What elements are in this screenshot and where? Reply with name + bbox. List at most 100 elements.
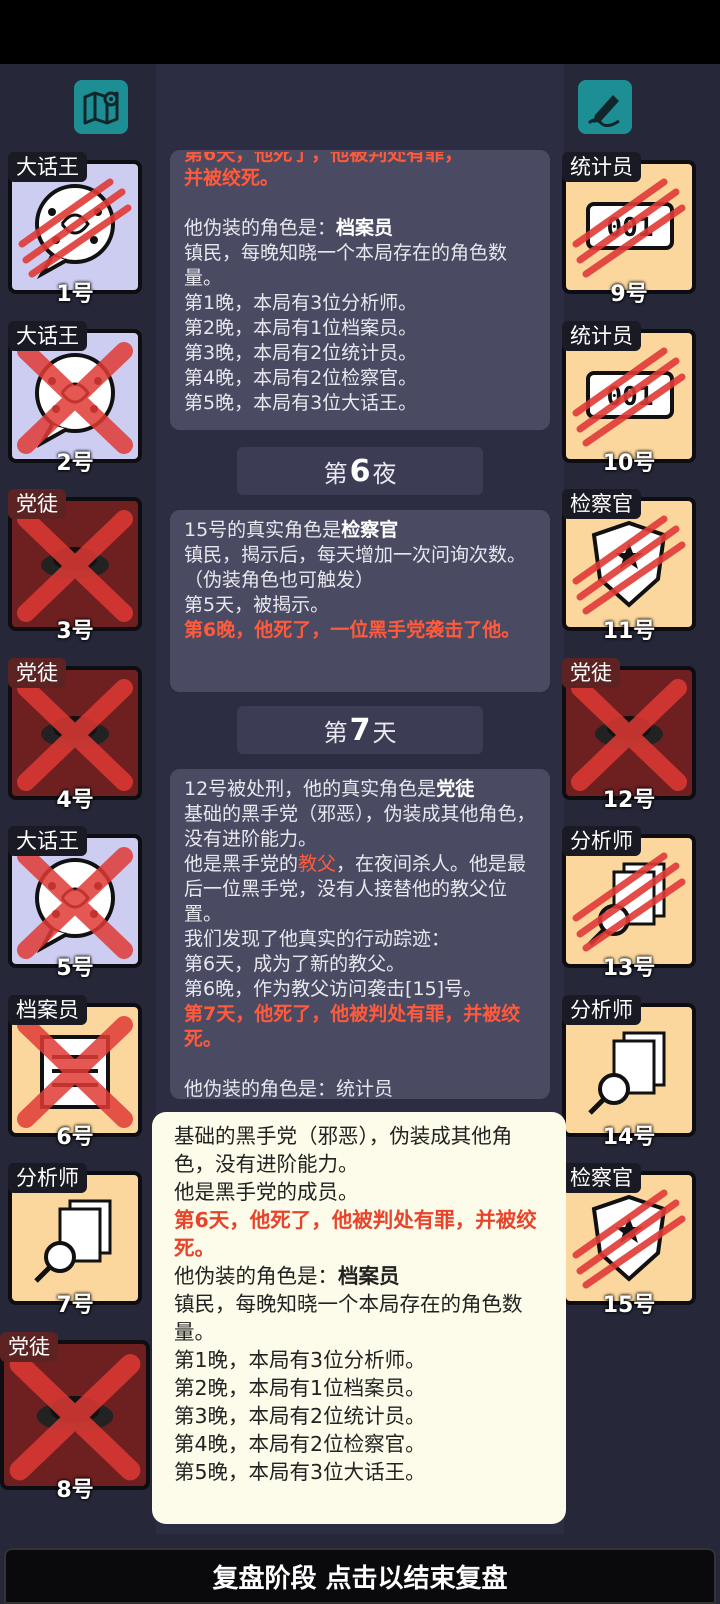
role-label: 大话王	[8, 152, 87, 182]
player-number: 10号	[602, 450, 656, 476]
track-header: 我们发现了他真实的行动踪迹：	[184, 928, 451, 950]
reveal-day: 第5天，被揭示。	[184, 594, 330, 616]
role-desc: 基础的黑手党（邪恶），伪装成其他角色，没有进阶能力。	[184, 803, 536, 850]
log-red-cut: 第6天，他死了，他被判处有罪，	[184, 152, 464, 165]
godfather-line: 他是黑手党的教父，在夜间杀人。他是最后一位黑手党，没有人接替他的教父位置。	[184, 852, 536, 927]
tooltip-disguise-prefix: 他伪装的角色是：	[174, 1264, 338, 1288]
player-number: 9号	[610, 282, 648, 307]
role-art-icon	[18, 178, 132, 280]
role-label: 党徒	[8, 489, 66, 519]
role-art-icon	[588, 1031, 666, 1115]
tooltip-line: 第4晚，本局有2位检察官。	[174, 1432, 426, 1456]
player-number: 4号	[56, 787, 94, 813]
pen-signature-icon[interactable]	[578, 80, 632, 134]
player-number: 15号	[602, 1293, 656, 1318]
disguise-role: 档案员	[336, 217, 394, 239]
role-label: 大话王	[8, 320, 87, 351]
player-number: 12号	[602, 787, 656, 813]
disguise-line-cut: 他伪装的角色是：统计员	[184, 1078, 394, 1099]
role-art-icon: 001	[572, 347, 686, 446]
role-label: 检察官	[562, 1163, 641, 1193]
role-art-icon	[9, 1353, 141, 1480]
log-entry-day6-execution: 第6天，他死了，他被判处有罪， 并被绞死。 他伪装的角色是：档案员 镇民，每晚知…	[170, 150, 550, 430]
tooltip-line: 第3晚，本局有2位统计员。	[174, 1404, 426, 1428]
godfather-label: 教父	[298, 853, 337, 875]
tooltip-disguise-role: 档案员	[338, 1264, 400, 1288]
player-number: 2号	[56, 450, 94, 476]
role-desc: 镇民，每晚知晓一个本局存在的角色数量。	[184, 242, 508, 289]
player-number: 6号	[56, 1124, 94, 1150]
player-number: 3号	[56, 619, 94, 644]
day-prefix: 第	[323, 459, 348, 488]
log-entry-reveal: 15号的真实角色是检察官 镇民，揭示后，每天增加一次问询次数。（伪装角色也可触发…	[170, 510, 550, 692]
role-label: 检察官	[562, 489, 641, 519]
tooltip-disguise: 他伪装的角色是：档案员	[174, 1262, 544, 1290]
role-art-icon	[17, 1015, 133, 1128]
role-art-icon	[17, 510, 133, 622]
tooltip-desc: 基础的黑手党（邪恶），伪装成其他角色，没有进阶能力。	[174, 1124, 513, 1176]
reveal-line: 15号的真实角色是检察官	[184, 518, 536, 543]
status-bar	[0, 0, 720, 64]
day-header-night6: 第6夜	[237, 447, 483, 495]
role-desc: 镇民，揭示后，每天增加一次问询次数。（伪装角色也可触发）	[184, 544, 527, 591]
player-number: 5号	[56, 956, 94, 981]
player-number: 14号	[602, 1124, 656, 1150]
role-art-icon	[17, 341, 133, 454]
day-suffix: 天	[372, 718, 397, 747]
night-line: 第1晚，本局有3位分析师。	[184, 292, 418, 314]
player-number: 11号	[602, 619, 656, 644]
reveal-role: 检察官	[341, 519, 399, 541]
night-line: 第2晚，本局有1位档案员。	[184, 317, 418, 339]
track-line: 第6天，成为了新的教父。	[184, 953, 406, 975]
tooltip-line: 第1晚，本局有3位分析师。	[174, 1348, 426, 1372]
disguise-line: 他伪装的角色是：档案员	[184, 216, 536, 241]
tooltip-line: 第5晚，本局有3位大话王。	[174, 1460, 426, 1484]
tooltip-role-desc: 镇民，每晚知晓一个本局存在的角色数量。	[174, 1292, 523, 1344]
role-label: 党徒	[8, 657, 66, 688]
role-label: 档案员	[8, 994, 87, 1025]
day-number: 7	[349, 712, 371, 748]
role-tooltip[interactable]: 基础的黑手党（邪恶），伪装成其他角色，没有进阶能力。 他是黑手党的成员。 第6天…	[152, 1112, 566, 1524]
day-suffix: 夜	[372, 459, 397, 488]
role-label: 大话王	[8, 826, 87, 856]
role-label: 分析师	[562, 994, 641, 1025]
role-art-icon	[571, 678, 687, 791]
player-number: 1号	[56, 282, 94, 307]
role-art-icon	[17, 678, 133, 791]
role-art-icon	[572, 515, 686, 615]
role-art-icon	[572, 1189, 686, 1289]
log-entry-day7-execution: 12号被处刑，他的真实角色是党徒 基础的黑手党（邪恶），伪装成其他角色，没有进阶…	[170, 769, 550, 1099]
tooltip-member: 他是黑手党的成员。	[174, 1180, 359, 1204]
role-art-icon	[34, 1199, 112, 1283]
tooltip-line: 第2晚，本局有1位档案员。	[174, 1376, 426, 1400]
night-line: 第3晚，本局有2位统计员。	[184, 342, 418, 364]
map-pin-icon[interactable]	[74, 80, 128, 134]
log-red-text: 第6晚，他死了，一位黑手党袭击了他。	[184, 619, 521, 641]
execution-line: 12号被处刑，他的真实角色是党徒	[184, 777, 536, 802]
log-red-text: 第7天，他死了，他被判处有罪，并被绞死。	[184, 1003, 521, 1050]
role-label: 党徒	[0, 1331, 58, 1362]
player-card[interactable]	[0, 1339, 150, 1490]
execution-prefix: 12号被处刑，他的真实角色是	[184, 778, 437, 800]
player-number: 7号	[56, 1293, 94, 1318]
reveal-prefix: 15号的真实角色是	[184, 519, 342, 541]
night-line: 第4晚，本局有2位检察官。	[184, 367, 418, 389]
tooltip-red: 第6天，他死了，他被判处有罪，并被绞死。	[174, 1208, 537, 1260]
role-art-icon	[17, 847, 133, 959]
player-number: 13号	[602, 956, 656, 981]
disguise-prefix: 他伪装的角色是：	[184, 217, 337, 239]
day-prefix: 第	[323, 718, 348, 747]
execution-role: 党徒	[436, 778, 475, 800]
role-label: 统计员	[562, 320, 641, 351]
godfather-prefix: 他是黑手党的	[184, 853, 299, 875]
track-line: 第6晚，作为教父访问袭击[15]号。	[184, 978, 483, 1000]
role-label: 党徒	[562, 657, 620, 688]
role-art-icon: 001	[572, 178, 686, 278]
role-label: 统计员	[562, 152, 641, 182]
end-review-button[interactable]: 复盘阶段 点击以结束复盘	[4, 1548, 716, 1604]
player-number: 8号	[56, 1477, 94, 1503]
night-line: 第5晚，本局有3位大话王。	[184, 392, 418, 414]
role-label: 分析师	[562, 826, 641, 856]
day-number: 6	[349, 453, 371, 489]
role-label: 分析师	[8, 1163, 87, 1193]
